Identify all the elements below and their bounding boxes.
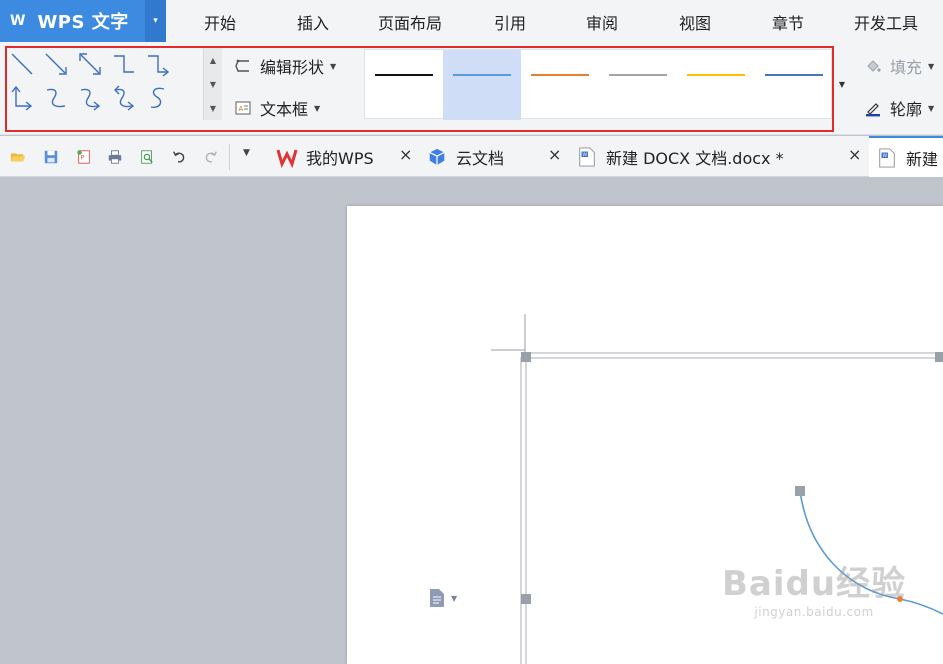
paste-options-button[interactable]: ▼ [428, 588, 457, 608]
canvas-resize-handle[interactable] [935, 352, 943, 362]
baidu-watermark: Baidu经验 jingyan.baidu.com [722, 556, 906, 619]
canvas-resize-handle[interactable] [521, 352, 531, 362]
watermark-brand: Baidu经验 [722, 564, 907, 604]
canvas-resize-handle[interactable] [521, 594, 531, 604]
watermark-url: jingyan.baidu.com [754, 605, 874, 619]
paste-doc-icon [430, 589, 444, 607]
connector-start-handle[interactable] [795, 486, 805, 496]
chevron-down-icon: ▼ [451, 593, 458, 603]
